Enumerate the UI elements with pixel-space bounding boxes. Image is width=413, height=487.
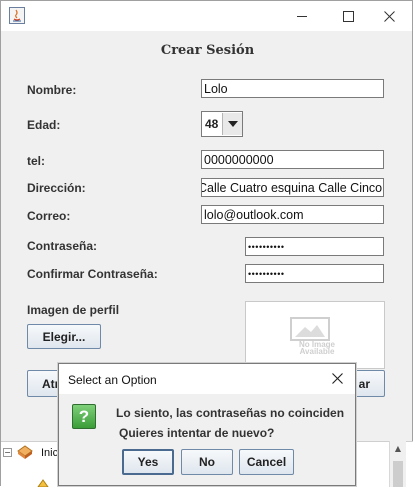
scroll-up-icon[interactable]: ▲	[390, 441, 406, 457]
dialog-message-line2: Quieres intentar de nuevo?	[119, 426, 275, 440]
nombre-label: Nombre:	[27, 83, 77, 97]
no-image-icon: No Image Available	[290, 317, 336, 355]
contrasena-field[interactable]: ••••••••••	[245, 237, 384, 256]
correo-field[interactable]: lolo@outlook.com	[201, 205, 384, 224]
scroll-thumb[interactable]	[393, 461, 403, 487]
maximize-button[interactable]	[325, 1, 371, 31]
minimize-icon	[296, 15, 307, 17]
nombre-field[interactable]: Lolo	[201, 79, 384, 98]
close-button[interactable]	[366, 1, 412, 31]
imagen-label: Imagen de perfil	[27, 303, 120, 317]
dialog-title: Select an Option	[68, 373, 157, 387]
maximize-icon	[342, 10, 354, 22]
form-title: Crear Sesión	[160, 43, 255, 58]
dialog-message-line1: Lo siento, las contraseñas no coinciden	[116, 406, 345, 420]
confirmar-field[interactable]: ••••••••••	[245, 264, 384, 283]
tel-label: tel:	[27, 154, 45, 168]
direccion-label: Dirección:	[27, 181, 86, 195]
confirmar-label: Confirmar Contraseña:	[27, 267, 158, 281]
yes-button[interactable]: Yes	[122, 449, 174, 475]
tree-scrollbar[interactable]: ▲	[389, 441, 406, 487]
edad-label: Edad:	[27, 118, 61, 132]
no-button[interactable]: No	[181, 449, 233, 475]
no-image-line-2: Available	[300, 347, 335, 355]
java-app-icon	[9, 7, 25, 24]
window-titlebar	[1, 1, 412, 31]
minimize-button[interactable]	[279, 1, 325, 31]
correo-label: Correo:	[27, 209, 71, 223]
dialog-close-icon[interactable]	[323, 368, 351, 390]
chevron-down-icon[interactable]	[222, 113, 242, 135]
direccion-field[interactable]: Calle Cuatro esquina Calle Cinco	[201, 178, 384, 197]
edad-value: 48	[205, 117, 219, 131]
edad-combobox[interactable]: 48	[201, 111, 243, 137]
tree-expander-icon[interactable]: −	[3, 448, 12, 457]
question-icon: ?	[72, 404, 96, 429]
tel-field[interactable]: 0000000000	[201, 150, 384, 169]
profile-image-panel: No Image Available	[245, 301, 385, 369]
cancel-button[interactable]: Cancel	[239, 449, 294, 475]
package-icon	[17, 445, 33, 459]
confirm-dialog: Select an Option ? Lo siento, las contra…	[58, 363, 356, 486]
elegir-button[interactable]: Elegir...	[27, 324, 101, 349]
dialog-titlebar: Select an Option	[59, 364, 355, 394]
contrasena-label: Contraseña:	[27, 239, 98, 253]
close-icon	[383, 10, 395, 22]
